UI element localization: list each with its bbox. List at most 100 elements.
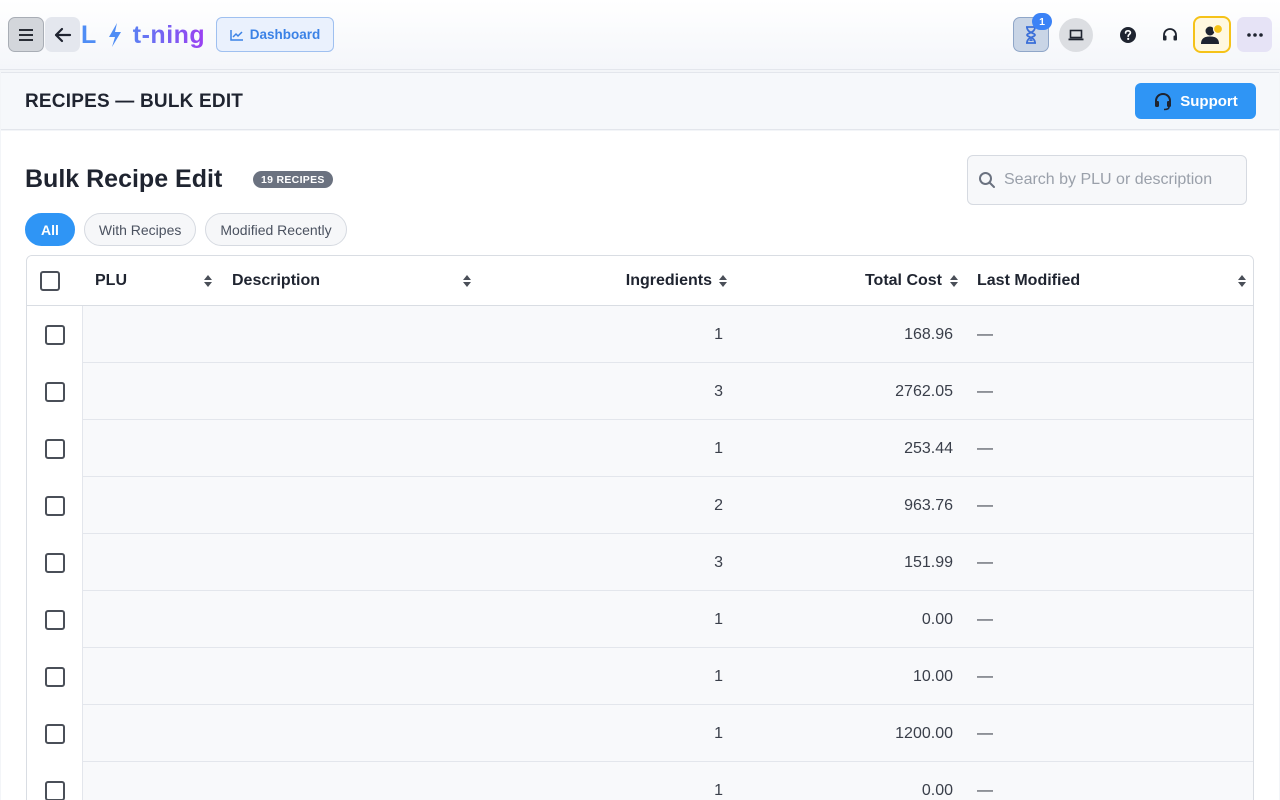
bulk-edit-panel: Bulk Recipe Edit 19 RECIPES All With Rec… [1,131,1279,800]
last-modified-cell: — [977,382,993,400]
description-cell [232,306,472,363]
more-options-button[interactable] [1237,17,1272,52]
filter-all[interactable]: All [25,213,75,246]
description-cell [232,477,472,534]
total-cost-cell: 168.96 [904,325,953,343]
filter-tabs: All With Recipes Modified Recently [25,213,347,246]
row-select-cell [27,591,83,648]
total-cost-cell: 0.00 [921,781,953,799]
row-checkbox[interactable] [44,723,65,744]
last-modified-cell: — [977,553,993,571]
row-select-cell [27,705,83,762]
last-modified-cell: — [977,724,993,742]
table-row[interactable]: 1 0.00 — [27,762,1253,800]
table-row[interactable]: 1 1200.00 — [27,705,1253,762]
table-header: PLU Description Ingredients Total Cost L… [27,256,1253,306]
total-cost-cell: 10.00 [912,667,953,685]
filter-modified-recently[interactable]: Modified Recently [205,213,347,246]
row-select-cell [27,762,83,800]
ingredients-cell: 1 [714,781,723,799]
dashboard-button[interactable]: Dashboard [216,17,334,52]
page-header: RECIPES — BULK EDIT Support [1,72,1279,130]
recipes-table: PLU Description Ingredients Total Cost L… [26,255,1254,800]
headset-icon [1155,92,1172,111]
column-description[interactable]: Description [232,256,320,306]
select-all-cell [40,256,64,306]
plu-cell [95,363,225,420]
filter-with-recipes[interactable]: With Recipes [83,213,197,246]
logo-text: t-ning [132,20,206,49]
dashboard-label: Dashboard [249,27,321,42]
plu-cell [95,477,225,534]
description-cell [232,363,472,420]
search-icon [979,172,995,188]
description-cell [232,648,472,705]
support-button[interactable]: Support [1135,83,1256,119]
column-last-modified[interactable]: Last Modified [977,256,1080,306]
table-row[interactable]: 1 10.00 — [27,648,1253,705]
column-ingredients[interactable]: Ingredients [587,256,712,306]
row-select-cell [27,648,83,705]
total-cost-cell: 2762.05 [895,382,953,400]
search-box[interactable] [967,155,1247,205]
last-modified-cell: — [977,496,993,514]
sort-icon[interactable] [462,273,472,289]
pending-tasks-button[interactable]: 1 [1013,13,1052,52]
section-heading: Bulk Recipe Edit [25,165,223,193]
help-button[interactable] [1111,18,1145,52]
row-checkbox[interactable] [44,495,65,516]
last-modified-cell: — [977,781,993,799]
row-select-cell [27,477,83,534]
logo-letter: L [81,20,97,49]
select-all-checkbox[interactable] [40,271,60,291]
description-cell [232,591,472,648]
row-checkbox[interactable] [44,780,65,800]
table-row[interactable]: 1 168.96 — [27,306,1253,363]
table-row[interactable]: 2 963.76 — [27,477,1253,534]
plu-cell [95,534,225,591]
row-checkbox[interactable] [44,666,65,687]
menu-button[interactable] [8,17,44,52]
user-avatar-icon [1201,23,1224,44]
row-select-cell [27,363,83,420]
support-label: Support [1180,92,1238,110]
plu-cell [95,420,225,477]
sort-icon[interactable] [949,273,959,289]
app-logo[interactable]: L t-ning [81,18,205,52]
top-bar: L t-ning Dashboard 1 [0,0,1280,70]
ingredients-cell: 3 [714,382,723,400]
plu-cell [95,591,225,648]
page-title: RECIPES — BULK EDIT [25,91,244,112]
row-checkbox[interactable] [44,609,65,630]
last-modified-cell: — [977,667,993,685]
ingredients-cell: 1 [714,724,723,742]
table-row[interactable]: 1 0.00 — [27,591,1253,648]
sort-icon[interactable] [1237,273,1247,289]
table-row[interactable]: 3 2762.05 — [27,363,1253,420]
row-select-cell [27,534,83,591]
table-row[interactable]: 1 253.44 — [27,420,1253,477]
user-profile-button[interactable] [1193,16,1231,53]
ellipsis-icon [1246,32,1263,37]
back-button[interactable] [45,17,80,52]
total-cost-cell: 253.44 [904,439,953,457]
row-checkbox[interactable] [44,552,65,573]
row-checkbox[interactable] [44,381,65,402]
table-row[interactable]: 3 151.99 — [27,534,1253,591]
description-cell [232,762,472,800]
device-button[interactable] [1059,18,1093,52]
row-checkbox[interactable] [44,438,65,459]
chart-line-icon [229,29,243,41]
sort-icon[interactable] [718,273,728,289]
search-input[interactable] [1004,171,1244,189]
ingredients-cell: 1 [714,439,723,457]
column-plu[interactable]: PLU [95,256,127,306]
last-modified-cell: — [977,325,993,343]
ingredients-cell: 1 [714,667,723,685]
support-headset-button[interactable] [1153,18,1187,52]
row-checkbox[interactable] [44,324,65,345]
row-select-cell [27,420,83,477]
sort-icon[interactable] [203,273,213,289]
column-total-cost[interactable]: Total Cost [827,256,942,306]
plu-cell [95,306,225,363]
